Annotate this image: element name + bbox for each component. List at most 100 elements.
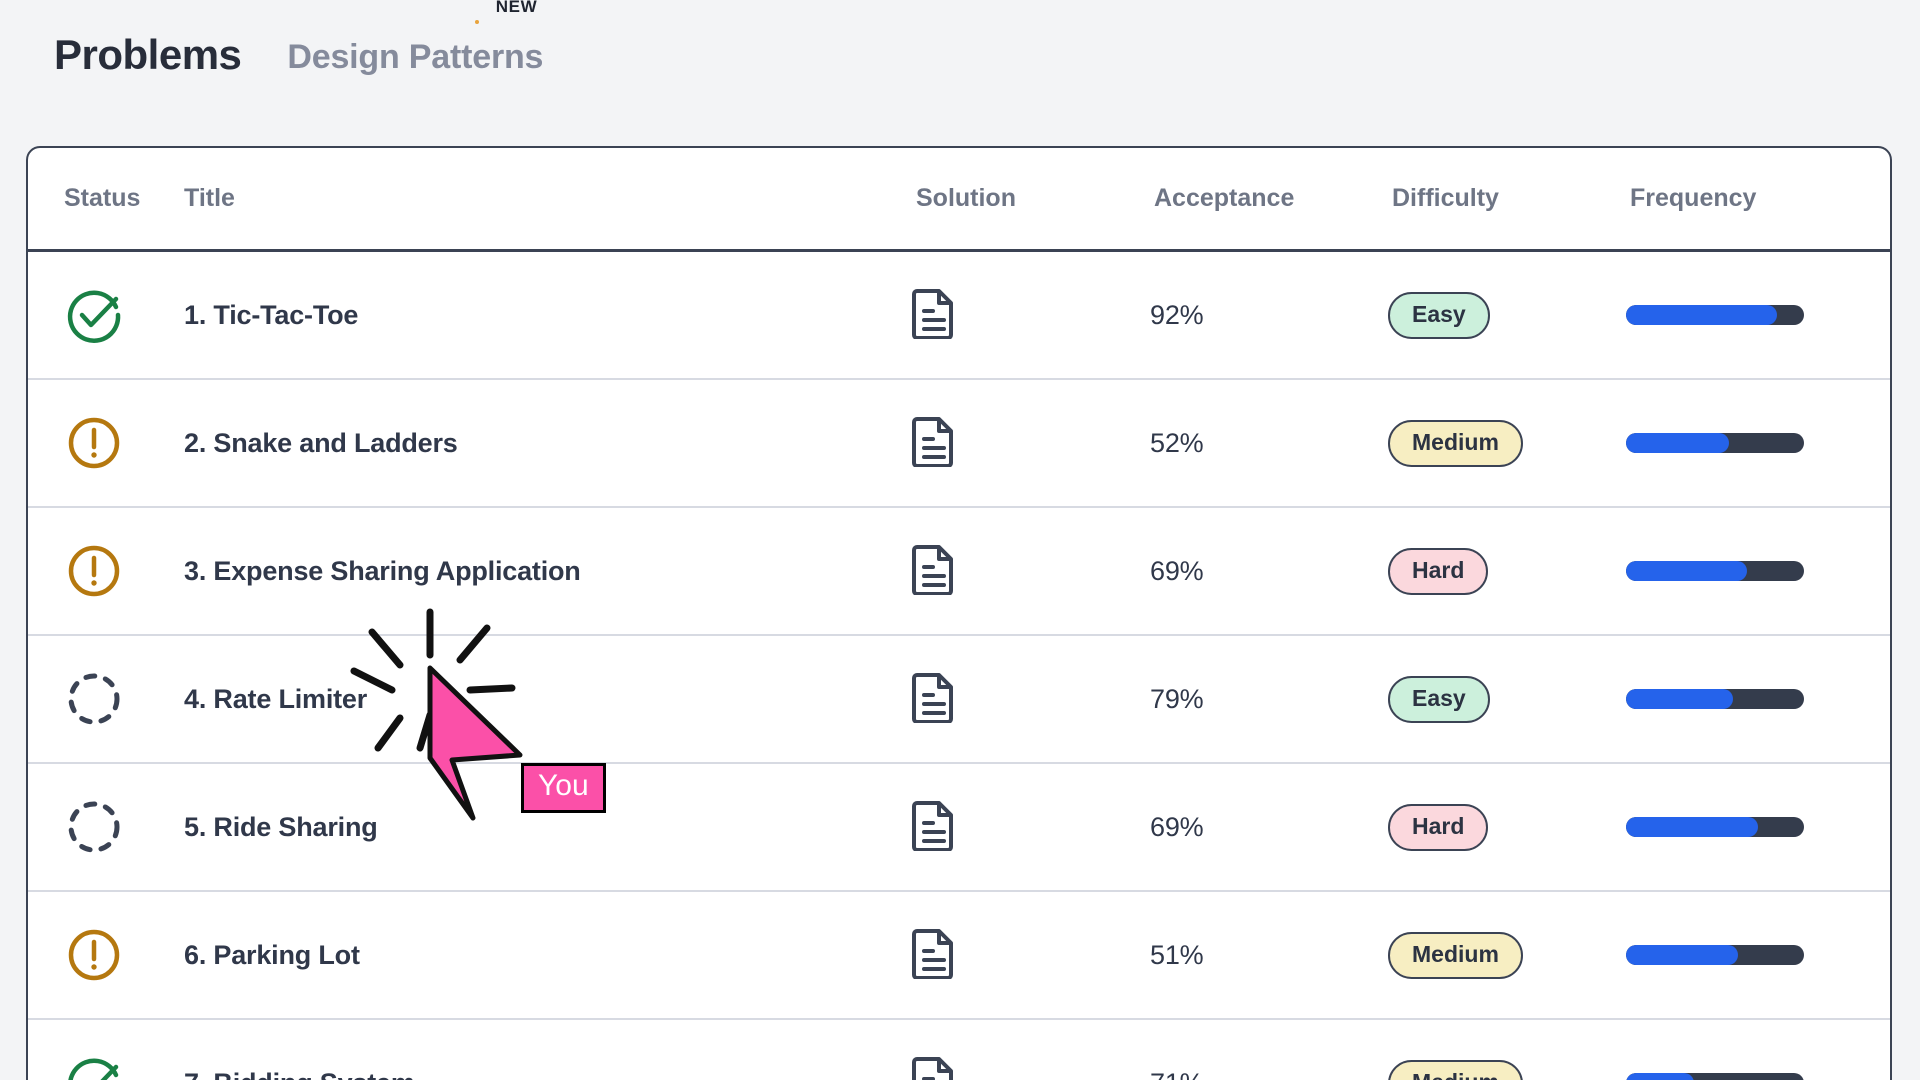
status-solved-icon <box>64 285 124 345</box>
title-cell[interactable]: 6. Parking Lot <box>184 940 912 971</box>
problems-page: Problems Design Patterns NEW Status Titl… <box>0 0 1920 1080</box>
status-cell[interactable] <box>28 669 184 729</box>
title-cell[interactable]: 7. Bidding System <box>184 1068 912 1080</box>
solution-cell[interactable] <box>912 671 1150 728</box>
difficulty-badge: Medium <box>1388 1060 1523 1080</box>
title-cell[interactable]: 1. Tic-Tac-Toe <box>184 300 912 331</box>
new-badge: NEW <box>496 0 537 15</box>
acceptance-value: 71% <box>1150 1068 1203 1080</box>
solution-cell[interactable] <box>912 415 1150 472</box>
problems-table: Status Title Solution Acceptance Difficu… <box>26 146 1892 1080</box>
status-solved-icon <box>64 1053 124 1080</box>
status-cell[interactable] <box>28 925 184 985</box>
acceptance-cell: 79% <box>1150 684 1388 715</box>
table-row[interactable]: 4. Rate Limiter 79% Easy <box>28 636 1890 764</box>
difficulty-cell: Medium <box>1388 1060 1626 1080</box>
status-attempted-icon <box>64 541 124 601</box>
title-cell[interactable]: 5. Ride Sharing <box>184 812 912 843</box>
acceptance-cell: 92% <box>1150 300 1388 331</box>
frequency-bar-fill <box>1626 689 1733 709</box>
acceptance-value: 79% <box>1150 684 1203 714</box>
document-icon[interactable] <box>912 799 956 851</box>
column-header-title[interactable]: Title <box>184 184 912 213</box>
frequency-bar <box>1626 305 1804 325</box>
status-cell[interactable] <box>28 541 184 601</box>
tab-design-patterns-label: Design Patterns <box>287 38 543 76</box>
frequency-bar <box>1626 817 1804 837</box>
acceptance-cell: 71% <box>1150 1068 1388 1080</box>
problem-title[interactable]: 7. Bidding System <box>184 1068 415 1080</box>
status-todo-icon <box>64 669 124 729</box>
acceptance-cell: 69% <box>1150 556 1388 587</box>
acceptance-cell: 52% <box>1150 428 1388 459</box>
document-icon[interactable] <box>912 543 956 595</box>
difficulty-cell: Easy <box>1388 676 1626 723</box>
frequency-bar <box>1626 1073 1804 1080</box>
table-row[interactable]: 5. Ride Sharing69%Hard <box>28 764 1890 892</box>
document-icon[interactable] <box>912 671 956 723</box>
difficulty-badge: Hard <box>1388 804 1488 851</box>
table-row[interactable]: 7. Bidding System 71% Medium <box>28 1020 1890 1080</box>
difficulty-cell: Medium <box>1388 932 1626 979</box>
table-body: 1. Tic-Tac-Toe92%Easy2. Snake and Ladder… <box>28 252 1890 1080</box>
tab-design-patterns[interactable]: Design Patterns NEW <box>287 40 543 76</box>
status-cell[interactable] <box>28 1053 184 1080</box>
status-attempted-icon <box>64 925 124 985</box>
tab-problems[interactable]: Problems <box>54 34 241 76</box>
page-header: Problems Design Patterns NEW <box>0 0 1920 76</box>
solution-cell[interactable] <box>912 1055 1150 1080</box>
document-icon[interactable] <box>912 287 956 339</box>
sparkle-icon <box>475 20 479 24</box>
frequency-cell <box>1626 1073 1856 1080</box>
frequency-bar-fill <box>1626 433 1729 453</box>
difficulty-badge: Medium <box>1388 420 1523 467</box>
title-cell[interactable]: 3. Expense Sharing Application <box>184 556 912 587</box>
frequency-bar-fill <box>1626 817 1758 837</box>
document-icon[interactable] <box>912 1055 956 1080</box>
problem-title[interactable]: 1. Tic-Tac-Toe <box>184 300 358 330</box>
frequency-cell <box>1626 689 1856 709</box>
acceptance-value: 52% <box>1150 428 1203 458</box>
problem-title[interactable]: 3. Expense Sharing Application <box>184 556 581 586</box>
difficulty-badge: Easy <box>1388 292 1490 339</box>
column-header-status[interactable]: Status <box>28 184 184 213</box>
frequency-cell <box>1626 305 1856 325</box>
table-row[interactable]: 1. Tic-Tac-Toe 92%Easy <box>28 252 1890 380</box>
document-icon[interactable] <box>912 927 956 979</box>
title-cell[interactable]: 4. Rate Limiter <box>184 684 912 715</box>
status-todo-icon <box>64 797 124 857</box>
solution-cell[interactable] <box>912 543 1150 600</box>
title-cell[interactable]: 2. Snake and Ladders <box>184 428 912 459</box>
frequency-bar <box>1626 945 1804 965</box>
problem-title[interactable]: 2. Snake and Ladders <box>184 428 458 458</box>
solution-cell[interactable] <box>912 799 1150 856</box>
table-header-row: Status Title Solution Acceptance Difficu… <box>28 148 1890 252</box>
table-row[interactable]: 2. Snake and Ladders 52% Medium <box>28 380 1890 508</box>
status-cell[interactable] <box>28 285 184 345</box>
frequency-cell <box>1626 561 1856 581</box>
frequency-bar <box>1626 433 1804 453</box>
document-icon[interactable] <box>912 415 956 467</box>
problem-title[interactable]: 4. Rate Limiter <box>184 684 367 714</box>
frequency-bar-fill <box>1626 945 1738 965</box>
difficulty-cell: Hard <box>1388 804 1626 851</box>
frequency-bar-fill <box>1626 1073 1694 1080</box>
frequency-cell <box>1626 817 1856 837</box>
status-cell[interactable] <box>28 797 184 857</box>
table-row[interactable]: 3. Expense Sharing Application 69%Hard <box>28 508 1890 636</box>
difficulty-cell: Easy <box>1388 292 1626 339</box>
column-header-acceptance[interactable]: Acceptance <box>1150 184 1388 213</box>
frequency-bar-fill <box>1626 561 1747 581</box>
problem-title[interactable]: 5. Ride Sharing <box>184 812 378 842</box>
status-cell[interactable] <box>28 413 184 473</box>
solution-cell[interactable] <box>912 927 1150 984</box>
difficulty-badge: Easy <box>1388 676 1490 723</box>
problem-title[interactable]: 6. Parking Lot <box>184 940 360 970</box>
difficulty-badge: Hard <box>1388 548 1488 595</box>
column-header-frequency[interactable]: Frequency <box>1626 184 1856 213</box>
acceptance-cell: 51% <box>1150 940 1388 971</box>
column-header-solution[interactable]: Solution <box>912 184 1150 213</box>
column-header-difficulty[interactable]: Difficulty <box>1388 184 1626 213</box>
solution-cell[interactable] <box>912 287 1150 344</box>
table-row[interactable]: 6. Parking Lot 51%Medium <box>28 892 1890 1020</box>
